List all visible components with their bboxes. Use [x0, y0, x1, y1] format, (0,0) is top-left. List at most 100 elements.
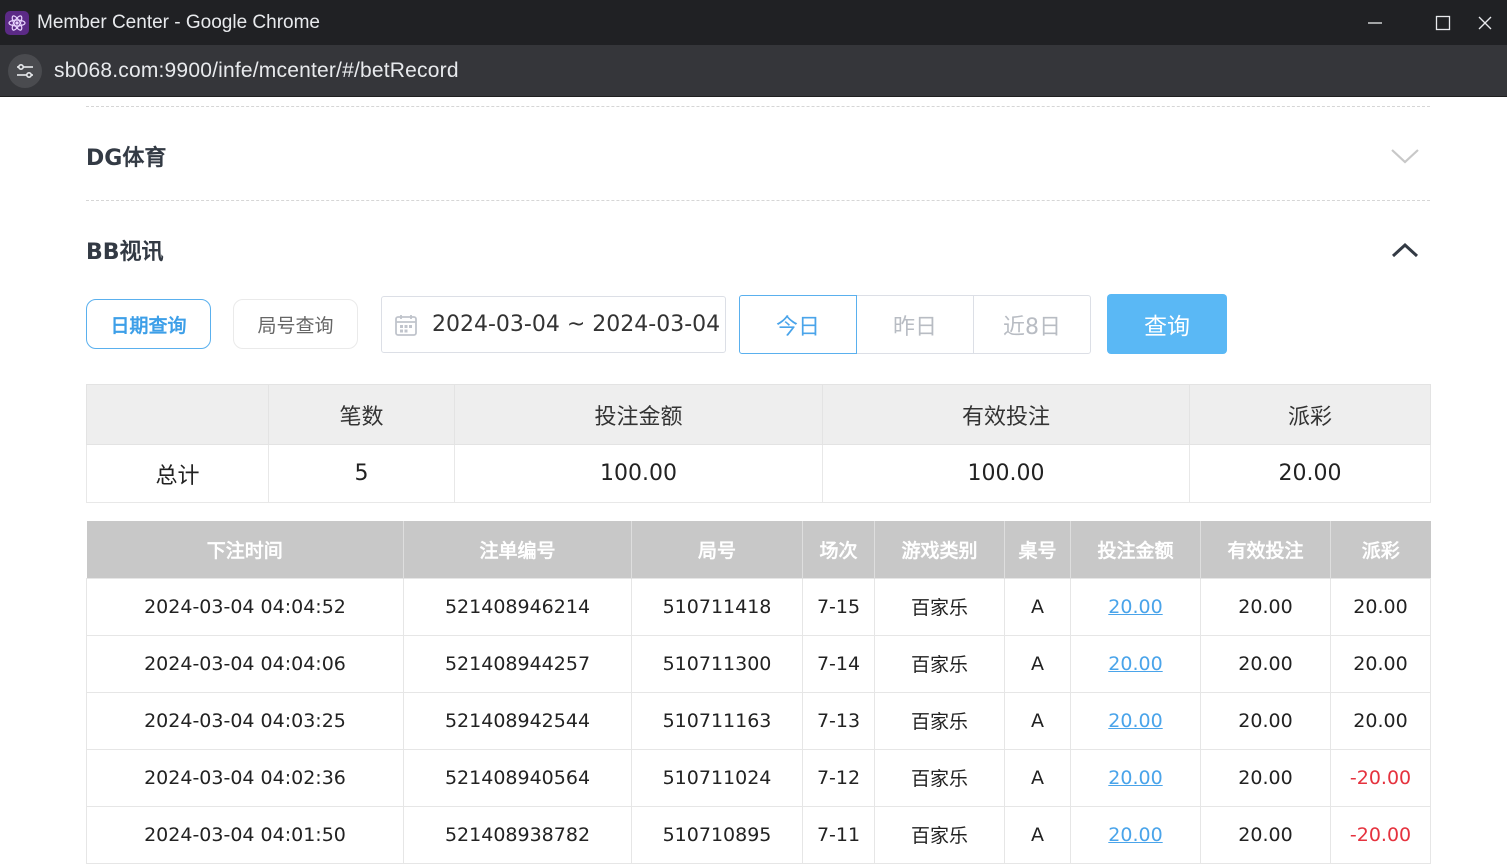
bet-amount-link[interactable]: 20.00 — [1070, 805, 1201, 864]
summary-header: 有效投注 — [822, 384, 1190, 445]
valid-bet-cell: 20.00 — [1200, 634, 1331, 693]
summary-cell: 5 — [268, 444, 455, 503]
bet-amount-link[interactable]: 20.00 — [1070, 577, 1201, 636]
round-id-cell: 510711024 — [631, 748, 803, 807]
close-icon — [1478, 16, 1492, 29]
bet-amount-link[interactable]: 20.00 — [1070, 691, 1201, 750]
column-header[interactable]: 下注时间 — [86, 521, 404, 578]
address-bar: sb068.com:9900/infe/mcenter/#/betRecord — [0, 45, 1507, 97]
session-cell: 7-12 — [802, 748, 875, 807]
maximize-icon — [1435, 15, 1451, 30]
column-header[interactable]: 注单编号 — [403, 521, 632, 578]
summary-header: 投注金额 — [454, 384, 823, 445]
bet-records-table: 下注时间 注单编号 局号 场次 游戏类别 桌号 投注金额 有效投注 派彩 202… — [86, 521, 1431, 864]
valid-bet-cell: 20.00 — [1200, 691, 1331, 750]
round-id-cell: 510710895 — [631, 805, 803, 864]
bet-id-cell: 521408942544 — [403, 691, 632, 750]
bet-time-cell: 2024-03-04 04:02:36 — [86, 748, 404, 807]
summary-cell: 100.00 — [454, 444, 823, 503]
round-id-cell: 510711163 — [631, 691, 803, 750]
table-no-cell: A — [1004, 691, 1071, 750]
column-header[interactable]: 局号 — [631, 521, 803, 578]
quick-date-buttons: 今日 昨日 近8日 — [739, 295, 1091, 354]
payout-cell: 20.00 — [1330, 577, 1431, 636]
table-row: 2024-03-04 04:04:06 521408944257 5107113… — [86, 634, 1431, 693]
bet-id-cell: 521408940564 — [403, 748, 632, 807]
bet-amount-link[interactable]: 20.00 — [1070, 748, 1201, 807]
page-content: DG体育 BB视讯 日期查询 局号查询 2024-03-04 ~ 2024-03… — [0, 98, 1507, 868]
valid-bet-cell: 20.00 — [1200, 577, 1331, 636]
column-header[interactable]: 桌号 — [1004, 521, 1071, 578]
summary-total-row: 总计 5 100.00 100.00 20.00 — [86, 444, 1431, 503]
yesterday-button[interactable]: 昨日 — [856, 295, 974, 354]
bet-time-cell: 2024-03-04 04:04:52 — [86, 577, 404, 636]
session-cell: 7-15 — [802, 577, 875, 636]
summary-header: 派彩 — [1189, 384, 1431, 445]
payout-cell: -20.00 — [1330, 748, 1431, 807]
divider — [86, 200, 1430, 201]
summary-header: 笔数 — [268, 384, 455, 445]
section-bb-header[interactable]: BB视讯 — [86, 228, 1430, 272]
column-header[interactable]: 有效投注 — [1200, 521, 1331, 578]
game-type-cell: 百家乐 — [874, 805, 1005, 864]
bet-id-cell: 521408946214 — [403, 577, 632, 636]
bet-id-cell: 521408938782 — [403, 805, 632, 864]
section-title-bb: BB视讯 — [86, 240, 164, 265]
site-info-button[interactable] — [8, 53, 42, 88]
summary-cell: 总计 — [86, 444, 269, 503]
summary-cell: 20.00 — [1189, 444, 1431, 503]
date-range-value: 2024-03-04 ~ 2024-03-04 — [432, 312, 721, 337]
round-id-cell: 510711300 — [631, 634, 803, 693]
column-header[interactable]: 场次 — [802, 521, 875, 578]
bet-amount-link[interactable]: 20.00 — [1070, 634, 1201, 693]
summary-cell: 100.00 — [822, 444, 1190, 503]
table-no-cell: A — [1004, 748, 1071, 807]
column-header[interactable]: 投注金额 — [1070, 521, 1201, 578]
minimize-button[interactable] — [1341, 0, 1409, 45]
window-controls — [1341, 0, 1507, 45]
table-row: 2024-03-04 04:02:36 521408940564 5107110… — [86, 748, 1431, 807]
table-no-cell: A — [1004, 577, 1071, 636]
close-window-button[interactable] — [1477, 0, 1507, 45]
minimize-icon — [1368, 21, 1382, 24]
column-header[interactable]: 派彩 — [1330, 521, 1431, 578]
section-dg-header[interactable]: DG体育 — [86, 134, 1430, 178]
date-query-tab[interactable]: 日期查询 — [86, 299, 211, 349]
last-8-days-button[interactable]: 近8日 — [973, 295, 1091, 354]
divider — [86, 106, 1430, 107]
payout-cell: -20.00 — [1330, 805, 1431, 864]
section-title-dg: DG体育 — [86, 146, 167, 171]
bet-id-cell: 521408944257 — [403, 634, 632, 693]
valid-bet-cell: 20.00 — [1200, 805, 1331, 864]
summary-table: 笔数 投注金额 有效投注 派彩 总计 5 100.00 100.00 20.00 — [86, 384, 1431, 503]
chevron-down-icon[interactable] — [1390, 147, 1420, 165]
window-title: Member Center - Google Chrome — [37, 11, 320, 33]
game-type-cell: 百家乐 — [874, 748, 1005, 807]
session-cell: 7-14 — [802, 634, 875, 693]
table-row: 2024-03-04 04:01:50 521408938782 5107108… — [86, 805, 1431, 864]
game-type-cell: 百家乐 — [874, 577, 1005, 636]
bet-time-cell: 2024-03-04 04:01:50 — [86, 805, 404, 864]
round-query-tab[interactable]: 局号查询 — [233, 299, 358, 349]
session-cell: 7-11 — [802, 805, 875, 864]
bet-time-cell: 2024-03-04 04:04:06 — [86, 634, 404, 693]
game-type-cell: 百家乐 — [874, 691, 1005, 750]
column-header[interactable]: 游戏类别 — [874, 521, 1005, 578]
table-no-cell: A — [1004, 805, 1071, 864]
search-button[interactable]: 查询 — [1107, 294, 1227, 354]
maximize-button[interactable] — [1409, 0, 1477, 45]
app-atom-icon — [5, 10, 29, 35]
summary-header — [86, 384, 269, 445]
session-cell: 7-13 — [802, 691, 875, 750]
payout-cell: 20.00 — [1330, 634, 1431, 693]
payout-cell: 20.00 — [1330, 691, 1431, 750]
calendar-icon — [394, 313, 418, 337]
summary-header-row: 笔数 投注金额 有效投注 派彩 — [86, 384, 1431, 445]
records-header-row: 下注时间 注单编号 局号 场次 游戏类别 桌号 投注金额 有效投注 派彩 — [86, 521, 1431, 578]
date-range-picker[interactable]: 2024-03-04 ~ 2024-03-04 — [381, 296, 726, 353]
chevron-up-icon[interactable] — [1390, 241, 1420, 259]
table-row: 2024-03-04 04:03:25 521408942544 5107111… — [86, 691, 1431, 750]
url-field[interactable]: sb068.com:9900/infe/mcenter/#/betRecord — [54, 59, 459, 83]
today-button[interactable]: 今日 — [739, 295, 857, 354]
round-id-cell: 510711418 — [631, 577, 803, 636]
